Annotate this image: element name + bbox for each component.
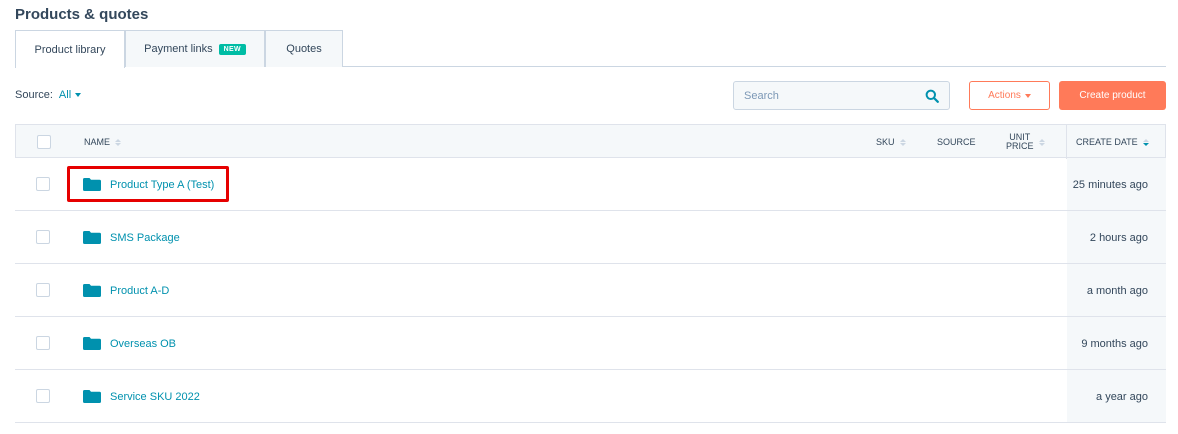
new-badge: NEW bbox=[218, 43, 246, 55]
row-checkbox[interactable] bbox=[36, 177, 50, 191]
create-date: 25 minutes ago bbox=[1072, 178, 1148, 191]
column-label-line: PRICE bbox=[1006, 141, 1034, 151]
product-folder-cell: SMS Package bbox=[83, 211, 180, 264]
folder-icon bbox=[83, 231, 101, 244]
row-checkbox[interactable] bbox=[36, 283, 50, 297]
tab-quotes[interactable]: Quotes bbox=[265, 30, 343, 67]
row-checkbox[interactable] bbox=[36, 336, 50, 350]
chevron-down-icon bbox=[75, 93, 82, 97]
chevron-down-icon bbox=[1024, 93, 1031, 98]
row-checkbox[interactable] bbox=[36, 389, 50, 403]
tab-payment-links[interactable]: Payment links NEW bbox=[125, 30, 265, 67]
search-icon[interactable] bbox=[925, 89, 939, 103]
create-date: 9 months ago bbox=[1081, 337, 1148, 350]
tab-label: Payment links bbox=[144, 43, 213, 55]
product-name-link[interactable]: Product A-D bbox=[110, 285, 169, 297]
search-box bbox=[733, 81, 950, 110]
column-label: SKU bbox=[876, 137, 895, 147]
source-dropdown[interactable]: All bbox=[58, 89, 82, 101]
product-name-link[interactable]: Product Type A (Test) bbox=[110, 179, 214, 191]
column-header-unit-price[interactable]: UNIT PRICE bbox=[1006, 125, 1045, 159]
table-row: SMS Package 2 hours ago bbox=[15, 211, 1166, 264]
table-row: Service SKU 2022 a year ago bbox=[15, 370, 1166, 423]
product-name-link[interactable]: Service SKU 2022 bbox=[110, 391, 200, 403]
sort-descending-icon bbox=[1142, 138, 1149, 146]
folder-icon bbox=[83, 178, 101, 191]
product-folder-cell: Product A-D bbox=[83, 264, 169, 317]
table-row: Product A-D a month ago bbox=[15, 264, 1166, 317]
sort-icon bbox=[115, 138, 122, 146]
products-table: NAME SKU SOURCE UNIT PRICE CREATE DATE P… bbox=[15, 124, 1166, 423]
column-label: UNIT PRICE bbox=[1006, 133, 1034, 151]
product-folder-cell: Overseas OB bbox=[83, 317, 176, 370]
create-date: 2 hours ago bbox=[1089, 231, 1148, 244]
create-product-label: Create product bbox=[1079, 90, 1146, 101]
sort-icon bbox=[899, 138, 906, 146]
source-label: Source: bbox=[15, 89, 53, 101]
tab-label: Quotes bbox=[286, 43, 322, 55]
tab-bar: Product library Payment links NEW Quotes bbox=[15, 30, 1166, 68]
select-all-checkbox[interactable] bbox=[37, 135, 51, 149]
table-row: Product Type A (Test) 25 minutes ago bbox=[15, 158, 1166, 211]
create-date: a year ago bbox=[1096, 390, 1148, 403]
actions-label: Actions bbox=[988, 90, 1021, 101]
select-all-cell bbox=[37, 125, 51, 159]
tab-product-library[interactable]: Product library bbox=[15, 30, 125, 68]
column-divider bbox=[1066, 125, 1067, 159]
create-date: a month ago bbox=[1086, 284, 1148, 297]
actions-button[interactable]: Actions bbox=[969, 81, 1050, 110]
product-folder-cell: Product Type A (Test) bbox=[83, 158, 214, 211]
search-input[interactable] bbox=[744, 89, 924, 102]
page-title: Products & quotes bbox=[15, 6, 149, 23]
column-label: SOURCE bbox=[937, 137, 976, 147]
folder-icon bbox=[83, 284, 101, 297]
column-header-sku[interactable]: SKU bbox=[876, 125, 906, 159]
source-filter: Source: All bbox=[15, 89, 82, 101]
product-name-link[interactable]: SMS Package bbox=[110, 232, 180, 244]
folder-icon bbox=[83, 337, 101, 350]
product-folder-cell: Service SKU 2022 bbox=[83, 370, 200, 423]
table-row: Overseas OB 9 months ago bbox=[15, 317, 1166, 370]
column-label: NAME bbox=[84, 137, 111, 147]
column-header-name[interactable]: NAME bbox=[84, 125, 122, 159]
sort-icon bbox=[1038, 138, 1045, 146]
source-value: All bbox=[58, 89, 72, 101]
column-header-source: SOURCE bbox=[937, 125, 976, 159]
tab-label: Product library bbox=[34, 43, 106, 56]
product-name-link[interactable]: Overseas OB bbox=[110, 338, 176, 350]
column-header-create-date[interactable]: CREATE DATE bbox=[1076, 125, 1149, 159]
column-label: CREATE DATE bbox=[1076, 137, 1138, 147]
folder-icon bbox=[83, 390, 101, 403]
row-checkbox[interactable] bbox=[36, 230, 50, 244]
create-product-button[interactable]: Create product bbox=[1059, 81, 1166, 110]
table-header: NAME SKU SOURCE UNIT PRICE CREATE DATE bbox=[15, 124, 1166, 159]
